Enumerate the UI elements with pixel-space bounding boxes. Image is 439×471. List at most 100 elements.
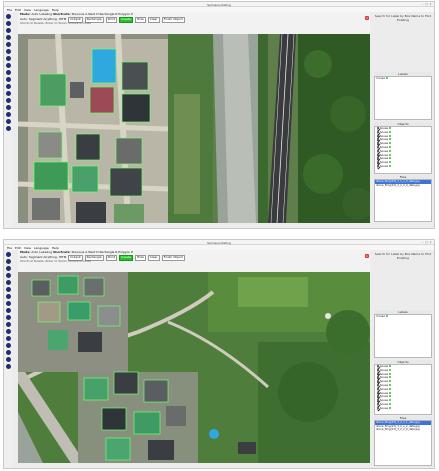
visible-checkbox[interactable] [376, 130, 379, 134]
previous-image-icon[interactable] [5, 266, 11, 271]
object-item[interactable]: house [375, 164, 431, 169]
minimize-icon[interactable]: – [421, 241, 424, 244]
label-item[interactable]: house [375, 76, 431, 81]
menu-language[interactable]: Language [34, 8, 49, 12]
edit-tool-icon[interactable] [5, 308, 11, 313]
polygon-tool-icon[interactable] [5, 56, 11, 61]
maximize-icon[interactable]: □ [425, 241, 428, 244]
window-title: Semiannotating [207, 240, 231, 245]
zoom-in-icon[interactable] [5, 98, 11, 103]
image-canvas[interactable] [18, 34, 370, 223]
undo-icon[interactable] [5, 91, 11, 96]
undo-icon[interactable] [5, 329, 11, 334]
visible-checkbox[interactable] [376, 365, 379, 368]
previous-image-icon[interactable] [5, 28, 11, 33]
rectangle-tool-icon[interactable] [5, 49, 11, 54]
visible-checkbox[interactable] [376, 127, 379, 130]
brightness-icon[interactable] [5, 357, 11, 362]
open-folder-icon[interactable] [5, 21, 11, 26]
menu-edit[interactable]: Edit [15, 246, 21, 250]
menu-language[interactable]: Language [34, 246, 49, 250]
close-auto-panel-icon[interactable]: × [365, 254, 369, 258]
object-color-dot [388, 157, 391, 160]
visible-checkbox[interactable] [376, 149, 379, 153]
finish-object-button[interactable]: Finish Object [161, 17, 185, 23]
visible-checkbox[interactable] [376, 372, 379, 375]
object-color-dot [388, 134, 391, 137]
finish-object-button[interactable]: Finish Object [161, 255, 185, 261]
menu-edit[interactable]: Edit [15, 8, 21, 12]
delete-icon[interactable] [5, 322, 11, 327]
label-item[interactable]: house [375, 314, 431, 319]
open-file-icon[interactable] [5, 252, 11, 257]
close-icon[interactable]: × [429, 241, 432, 244]
menu-view[interactable]: View [24, 246, 31, 250]
zoom-out-icon[interactable] [5, 343, 11, 348]
open-file-icon[interactable] [5, 14, 11, 19]
visible-checkbox[interactable] [376, 387, 379, 391]
visible-checkbox[interactable] [376, 395, 379, 398]
maximize-icon[interactable]: □ [425, 3, 428, 6]
visible-checkbox[interactable] [376, 376, 379, 379]
brightness-icon[interactable] [5, 119, 11, 124]
menu-help[interactable]: Help [52, 8, 59, 12]
visible-checkbox[interactable] [376, 402, 379, 406]
visible-checkbox[interactable] [376, 164, 379, 168]
auto-label-icon[interactable] [5, 77, 11, 82]
next-image-icon[interactable] [5, 273, 11, 278]
point-button[interactable]: Point [105, 17, 118, 23]
visible-checkbox[interactable] [376, 368, 379, 372]
object-item[interactable]: house [375, 406, 431, 411]
visible-checkbox[interactable] [376, 406, 379, 410]
object-color-dot [388, 391, 391, 394]
visible-checkbox[interactable] [376, 399, 379, 402]
minimize-icon[interactable]: – [421, 3, 424, 6]
save-icon[interactable] [5, 280, 11, 285]
open-folder-icon[interactable] [5, 259, 11, 264]
visible-checkbox[interactable] [376, 161, 379, 164]
menu-view[interactable]: View [24, 8, 31, 12]
hide-button[interactable]: Hide [134, 17, 146, 23]
next-image-icon[interactable] [5, 35, 11, 40]
point-tool-icon[interactable] [5, 63, 11, 68]
image-canvas[interactable] [18, 272, 370, 463]
point-tool-icon[interactable] [5, 301, 11, 306]
auto-label-icon[interactable] [5, 315, 11, 320]
settings-icon[interactable] [5, 364, 11, 369]
visible-checkbox[interactable] [376, 383, 379, 387]
visible-checkbox[interactable] [376, 153, 379, 156]
menu-file[interactable]: File [7, 246, 12, 250]
fit-window-icon[interactable] [5, 112, 11, 117]
shortcuts-label: Shortcuts: [53, 250, 71, 254]
clear-button[interactable]: Clear [147, 17, 160, 23]
file-item[interactable]: drone_fimg(13)_2_1_2_0_data.jpg [375, 184, 431, 188]
close-icon[interactable]: × [429, 3, 432, 6]
close-auto-panel-icon[interactable]: × [365, 16, 369, 20]
visible-checkbox[interactable] [376, 138, 379, 141]
settings-icon[interactable] [5, 126, 11, 131]
menu-file[interactable]: File [7, 8, 12, 12]
clear-button[interactable]: Clear [147, 255, 160, 261]
polygon-tool-icon[interactable] [5, 294, 11, 299]
save-icon[interactable] [5, 42, 11, 47]
delete-icon[interactable] [5, 84, 11, 89]
file-item[interactable]: drone_fimg(13)_3_2_2_0_data.jpg [375, 428, 431, 432]
visible-checkbox[interactable] [376, 157, 379, 160]
create-button[interactable]: Create [119, 17, 133, 23]
visible-checkbox[interactable] [376, 145, 379, 149]
rectangle-tool-icon[interactable] [5, 287, 11, 292]
point-button[interactable]: Point [105, 255, 118, 261]
create-button[interactable]: Create [119, 255, 133, 261]
visible-checkbox[interactable] [376, 134, 379, 137]
labels-list: house [374, 314, 432, 358]
visible-checkbox[interactable] [376, 142, 379, 145]
zoom-out-icon[interactable] [5, 105, 11, 110]
hide-button[interactable]: Hide [134, 255, 146, 261]
zoom-in-icon[interactable] [5, 336, 11, 341]
fit-window-icon[interactable] [5, 350, 11, 355]
menu-help[interactable]: Help [52, 246, 59, 250]
visible-checkbox[interactable] [376, 391, 379, 394]
edit-tool-icon[interactable] [5, 70, 11, 75]
visible-checkbox[interactable] [376, 380, 379, 383]
tool-strip [4, 250, 12, 468]
